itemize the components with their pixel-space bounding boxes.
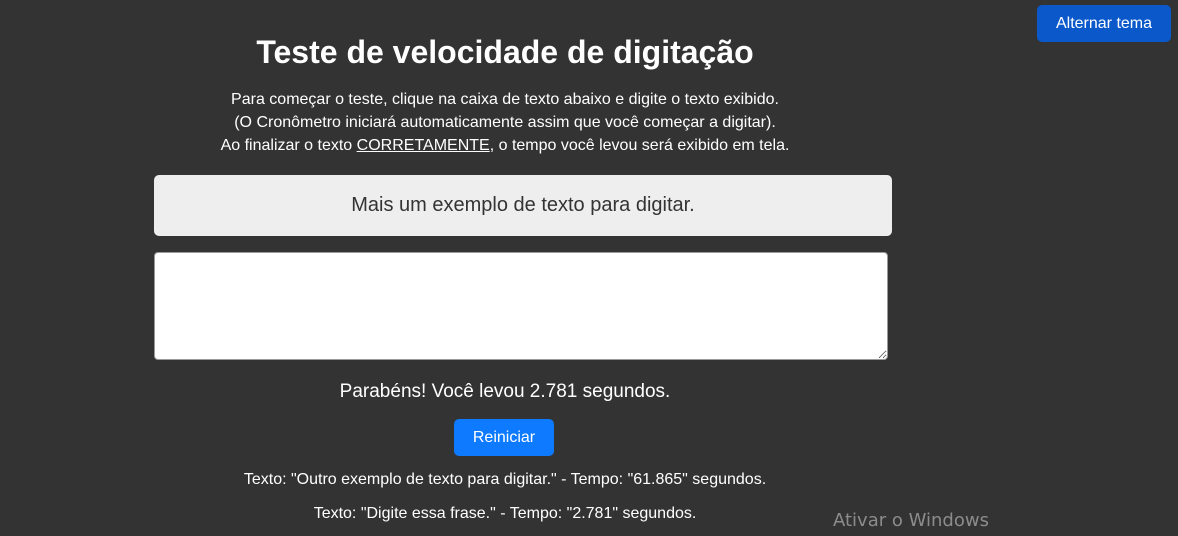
page-title: Teste de velocidade de digitação: [256, 34, 754, 70]
result-message: Parabéns! Você levou 2.781 segundos.: [339, 381, 671, 402]
instructions-line-2: (O Cronômetro iniciará automaticamente a…: [234, 114, 776, 131]
history-item: Texto: "Outro exemplo de texto para digi…: [243, 471, 767, 488]
typing-input[interactable]: [154, 252, 888, 360]
instructions-line-3-end: , o tempo você levou será exibido em tel…: [489, 137, 790, 154]
restart-button[interactable]: Reiniciar: [454, 419, 554, 456]
instructions-line-1: Para começar o teste, clique na caixa de…: [231, 91, 779, 108]
toggle-theme-button[interactable]: Alternar tema: [1037, 5, 1171, 42]
activate-windows-watermark: Ativar o Windows: [833, 510, 989, 531]
instructions: Para começar o teste, clique na caixa de…: [154, 88, 856, 157]
history-item: Texto: "Digite essa frase." - Tempo: "2.…: [313, 505, 697, 522]
sample-text: Mais um exemplo de texto para digitar.: [351, 194, 695, 216]
sample-text-box: Mais um exemplo de texto para digitar.: [154, 175, 892, 236]
instructions-line-3: Ao finalizar o texto CORRETAMENTE, o tem…: [154, 134, 856, 157]
emphasis-correctly: CORRETAMENTE: [356, 137, 490, 154]
results-history: Texto: "Outro exemplo de texto para digi…: [154, 468, 856, 536]
instructions-line-3-start: Ao finalizar o texto: [220, 137, 357, 154]
